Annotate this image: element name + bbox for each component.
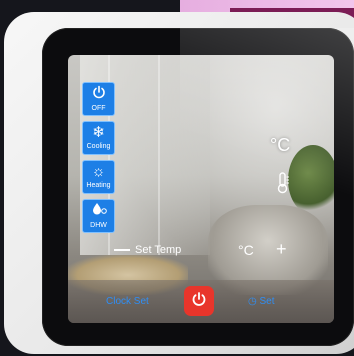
timer-set-label: Set	[259, 296, 275, 307]
background-window-frame	[158, 55, 160, 255]
set-temp-label: Set Temp	[135, 244, 182, 256]
current-temp-unit: °C	[270, 135, 291, 155]
mode-off-button[interactable]: OFF	[82, 82, 115, 116]
snowflake-icon: ❄	[92, 124, 105, 141]
mode-cooling-button[interactable]: ❄ Cooling	[82, 121, 115, 155]
mode-label: OFF	[91, 105, 106, 112]
clock-set-button[interactable]: Clock Set	[106, 296, 149, 307]
mode-label: Heating	[86, 182, 111, 189]
set-temp-unit: °C	[238, 242, 254, 258]
background-plant	[288, 145, 334, 215]
power-button[interactable]	[184, 286, 214, 316]
temp-decrease-button[interactable]	[114, 249, 130, 251]
mode-dhw-button[interactable]: DHW	[82, 199, 115, 233]
power-icon	[83, 85, 114, 104]
thermometer-icon	[276, 172, 290, 199]
timer-set-button[interactable]: ◷ Set	[248, 296, 275, 307]
clock-icon: ◷	[248, 296, 257, 307]
mode-label: DHW	[90, 222, 107, 229]
water-drop-icon	[83, 202, 114, 221]
temp-increase-button[interactable]: +	[276, 240, 287, 258]
mode-label: Cooling	[86, 143, 111, 150]
power-icon	[191, 291, 207, 312]
sun-icon: ☼	[91, 163, 106, 180]
mode-heating-button[interactable]: ☼ Heating	[82, 160, 115, 194]
touch-screen: OFF ❄ Cooling ☼ Heating DHW °C Set Temp …	[68, 55, 334, 323]
